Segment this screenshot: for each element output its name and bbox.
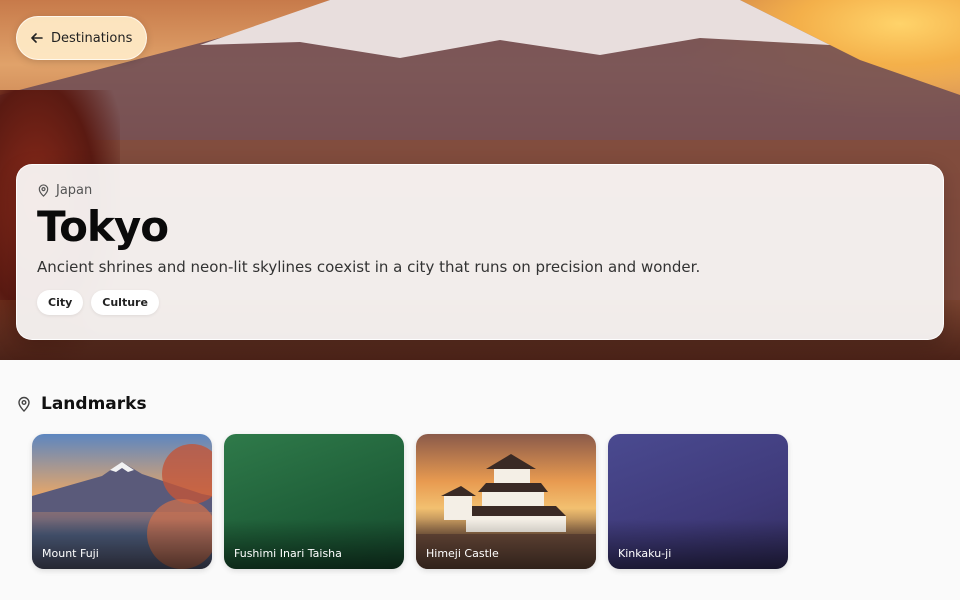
landmark-name: Fushimi Inari Taisha (234, 547, 342, 560)
card-shade (608, 519, 788, 569)
back-button[interactable]: Destinations (16, 16, 147, 60)
hero-banner: Destinations Japan Tokyo Ancient shrines… (0, 0, 960, 360)
landmarks-header: Landmarks (16, 394, 147, 414)
tag-culture[interactable]: Culture (91, 290, 159, 316)
card-shade (224, 519, 404, 569)
landmark-name: Mount Fuji (42, 547, 99, 560)
destination-info-card: Japan Tokyo Ancient shrines and neon-lit… (16, 164, 944, 340)
back-button-label: Destinations (51, 30, 133, 46)
landmark-card-kinkaku-ji[interactable]: Kinkaku-ji (608, 434, 788, 569)
arrow-left-icon (31, 33, 43, 43)
card-shade (32, 519, 212, 569)
city-description: Ancient shrines and neon-lit skylines co… (37, 258, 701, 277)
card-shade (416, 519, 596, 569)
landmark-name: Himeji Castle (426, 547, 499, 560)
country-label: Japan (56, 183, 93, 198)
tag-list: City Culture (37, 290, 923, 316)
tag-city[interactable]: City (37, 290, 84, 316)
landmark-card-fushimi-inari[interactable]: Fushimi Inari Taisha (224, 434, 404, 569)
map-pin-icon (38, 184, 49, 197)
landmark-card-himeji-castle[interactable]: Himeji Castle (416, 434, 596, 569)
map-pin-icon (18, 396, 30, 412)
landmark-list: Mount Fuji Fushimi Inari Taisha Himeji C… (32, 434, 788, 569)
country-row: Japan (37, 183, 923, 198)
landmark-card-mount-fuji[interactable]: Mount Fuji (32, 434, 212, 569)
city-title: Tokyo (37, 202, 169, 251)
landmark-name: Kinkaku-ji (618, 547, 672, 560)
landmarks-title: Landmarks (41, 394, 147, 414)
